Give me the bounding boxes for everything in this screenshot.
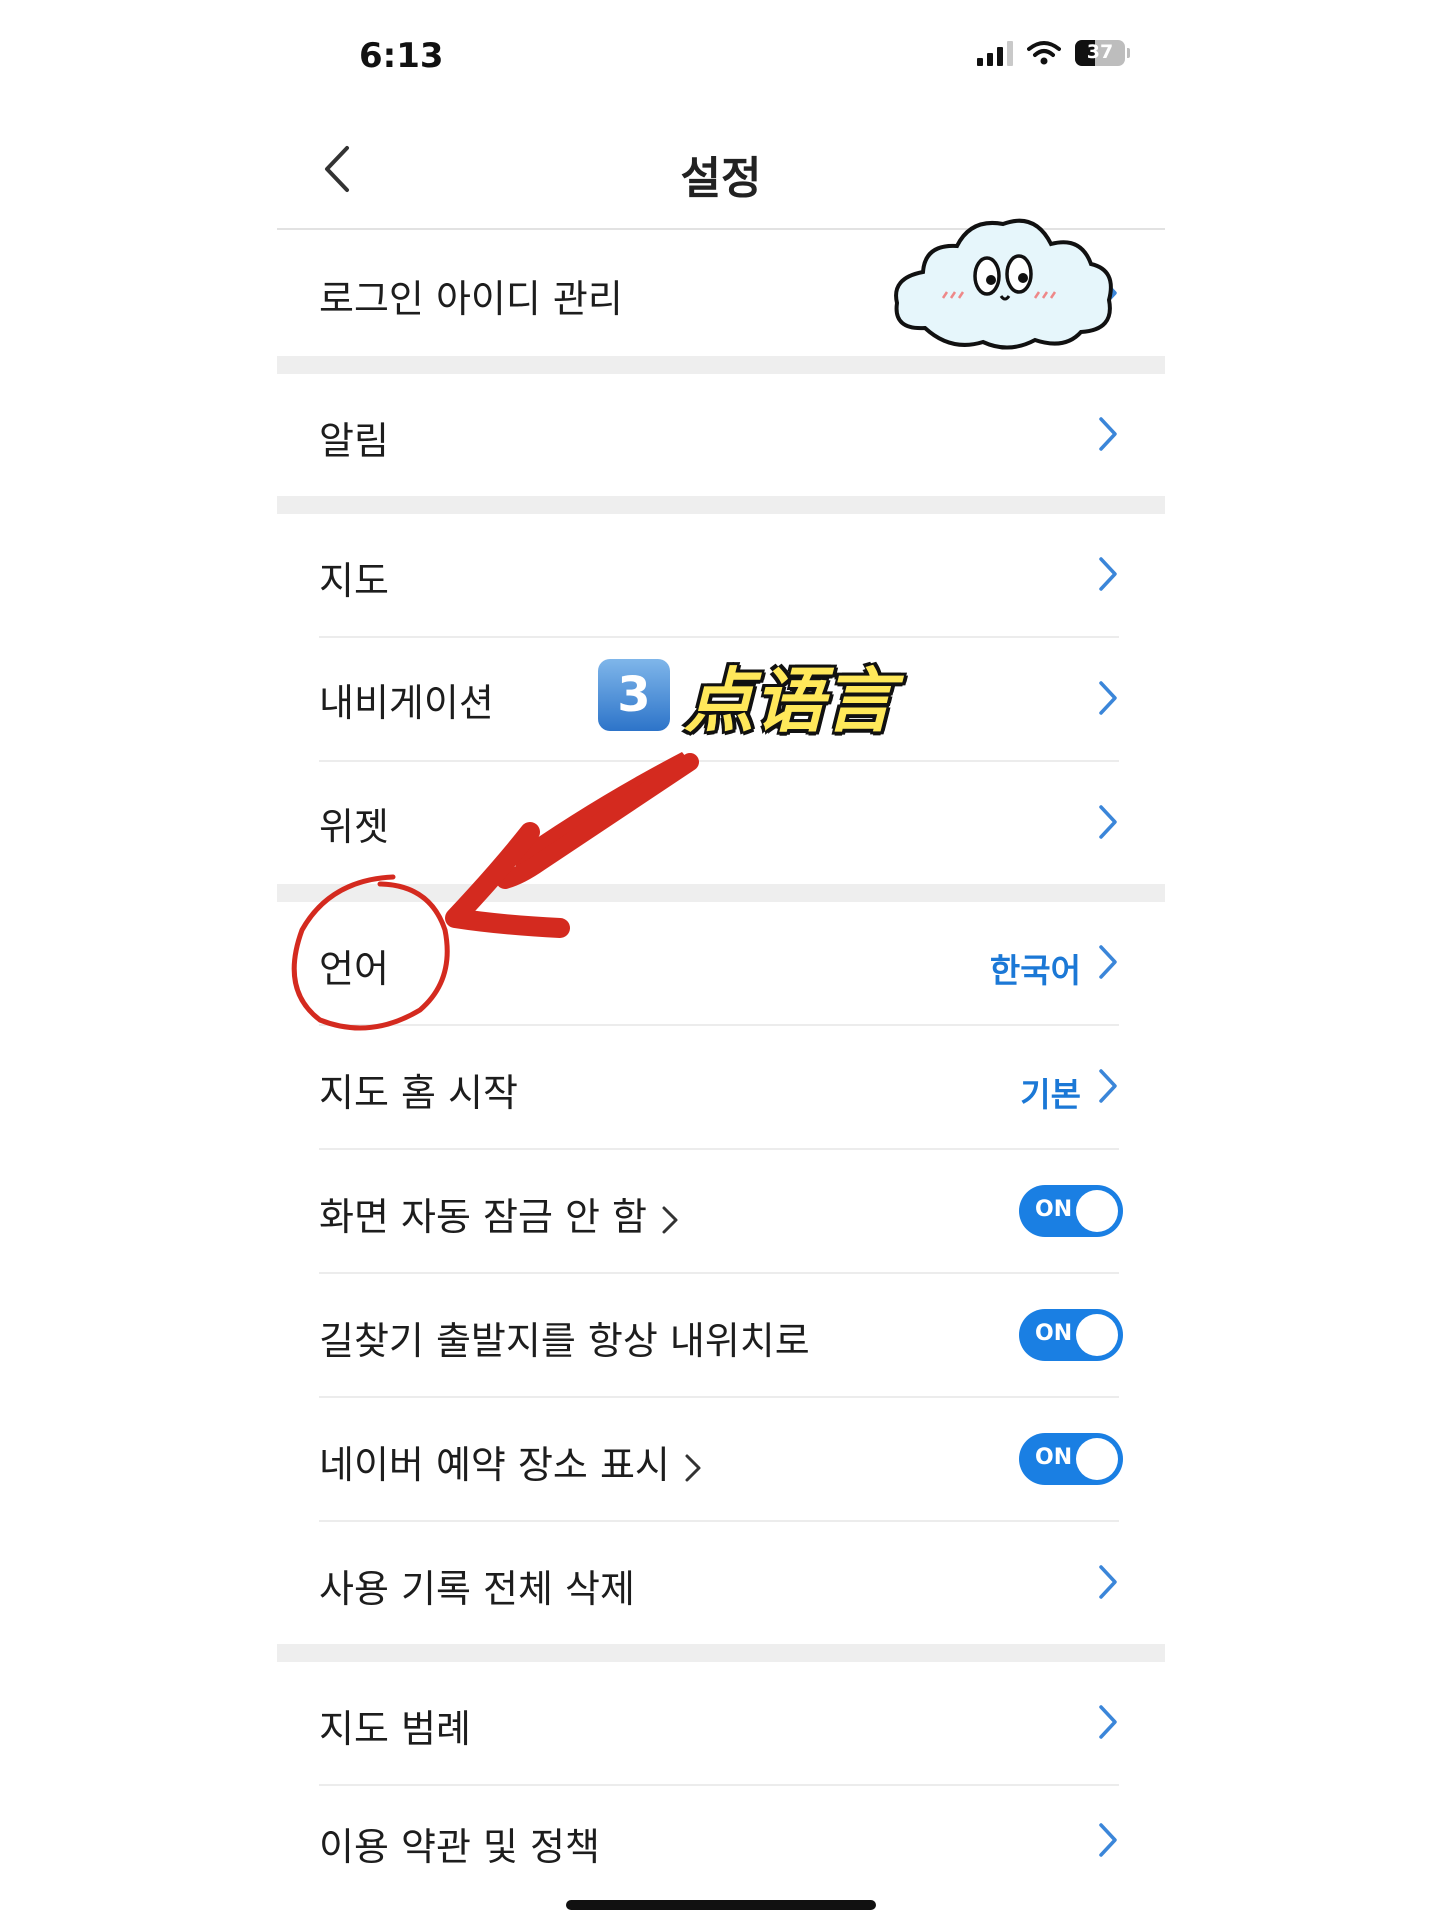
annotation-arrow-icon — [291, 752, 699, 1031]
